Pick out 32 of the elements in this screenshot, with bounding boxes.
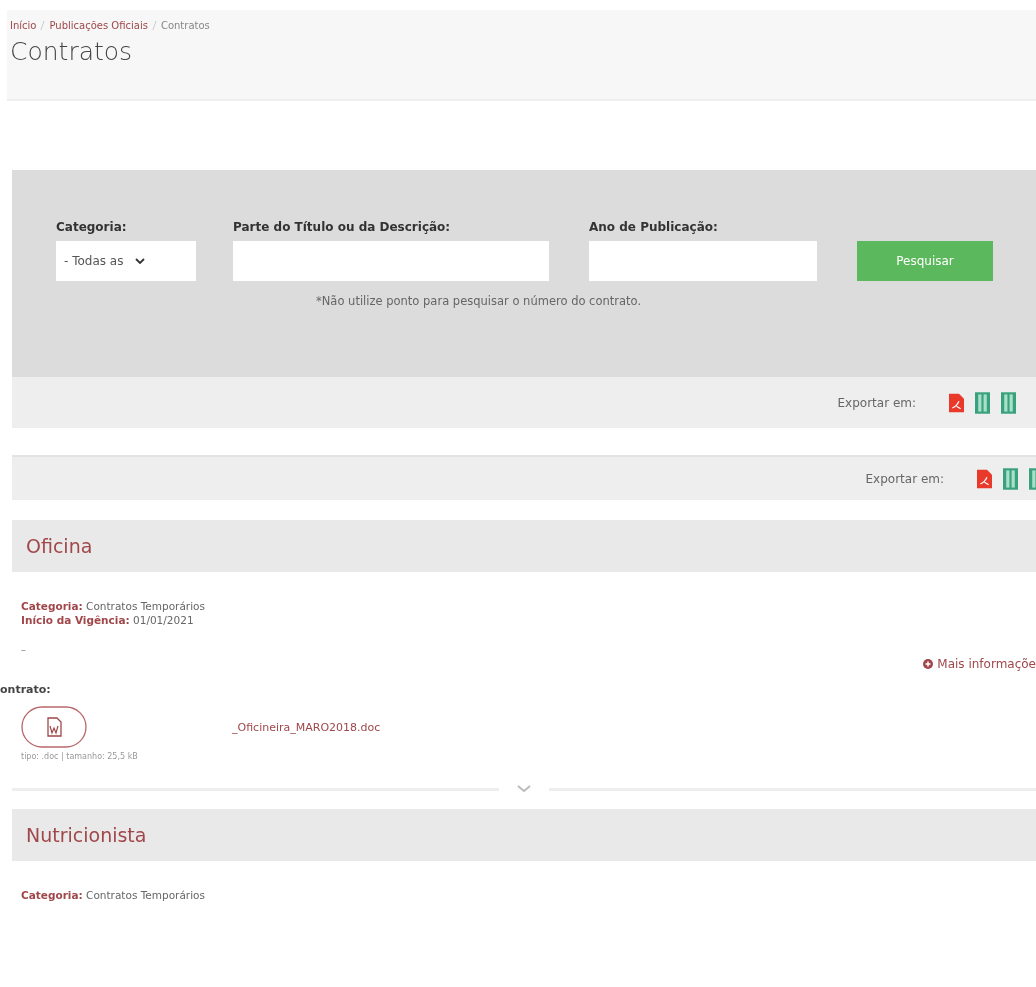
more-info-link[interactable]: Mais informaçõe bbox=[923, 657, 1036, 671]
export-label: Exportar em: bbox=[865, 471, 944, 486]
description-text: – bbox=[21, 644, 27, 655]
chevron-down-icon[interactable] bbox=[517, 785, 531, 793]
year-input-field[interactable] bbox=[589, 241, 817, 281]
pdf-icon[interactable] bbox=[949, 391, 964, 414]
export-label: Exportar em: bbox=[837, 395, 916, 410]
word-document-icon[interactable] bbox=[21, 706, 87, 748]
pdf-icon[interactable] bbox=[977, 467, 992, 490]
contract-title: Oficina bbox=[26, 535, 93, 557]
spreadsheet-icon[interactable] bbox=[975, 391, 990, 414]
field-label: Categoria: bbox=[56, 220, 128, 234]
file-heading: ontrato: bbox=[0, 683, 52, 696]
chevron-down-icon bbox=[135, 258, 146, 264]
contract-detail: Categoria: Contratos Temporários bbox=[21, 600, 206, 612]
plus-circle-icon bbox=[923, 659, 934, 669]
file-meta: tipo: .doc | tamanho: 25,5 kB bbox=[21, 752, 139, 761]
title-input-field[interactable] bbox=[233, 241, 549, 281]
breadcrumb-link[interactable]: Início bbox=[10, 20, 37, 31]
file-link[interactable]: _Oficineira_MARO2018.doc bbox=[232, 720, 381, 734]
contract-detail: Categoria: Contratos Temporários bbox=[21, 889, 206, 901]
spreadsheet-icon[interactable] bbox=[1003, 467, 1018, 490]
breadcrumb-link[interactable]: Publicações Oficiais bbox=[49, 20, 148, 31]
field-label: Parte do Título ou da Descrição: bbox=[233, 220, 452, 234]
spreadsheet-icon[interactable] bbox=[1001, 391, 1016, 414]
contract-title: Nutricionista bbox=[26, 824, 147, 846]
contract-detail: Início da Vigência: 01/01/2021 bbox=[21, 614, 195, 626]
field-label: Ano de Publicação: bbox=[589, 220, 719, 234]
page-title: Contratos bbox=[10, 37, 134, 66]
current-page-label: Contratos bbox=[160, 20, 210, 31]
category-select[interactable]: - Todas as bbox=[56, 241, 196, 281]
search-hint: *Não utilize ponto para pesquisar o número do contrato. bbox=[316, 294, 643, 308]
